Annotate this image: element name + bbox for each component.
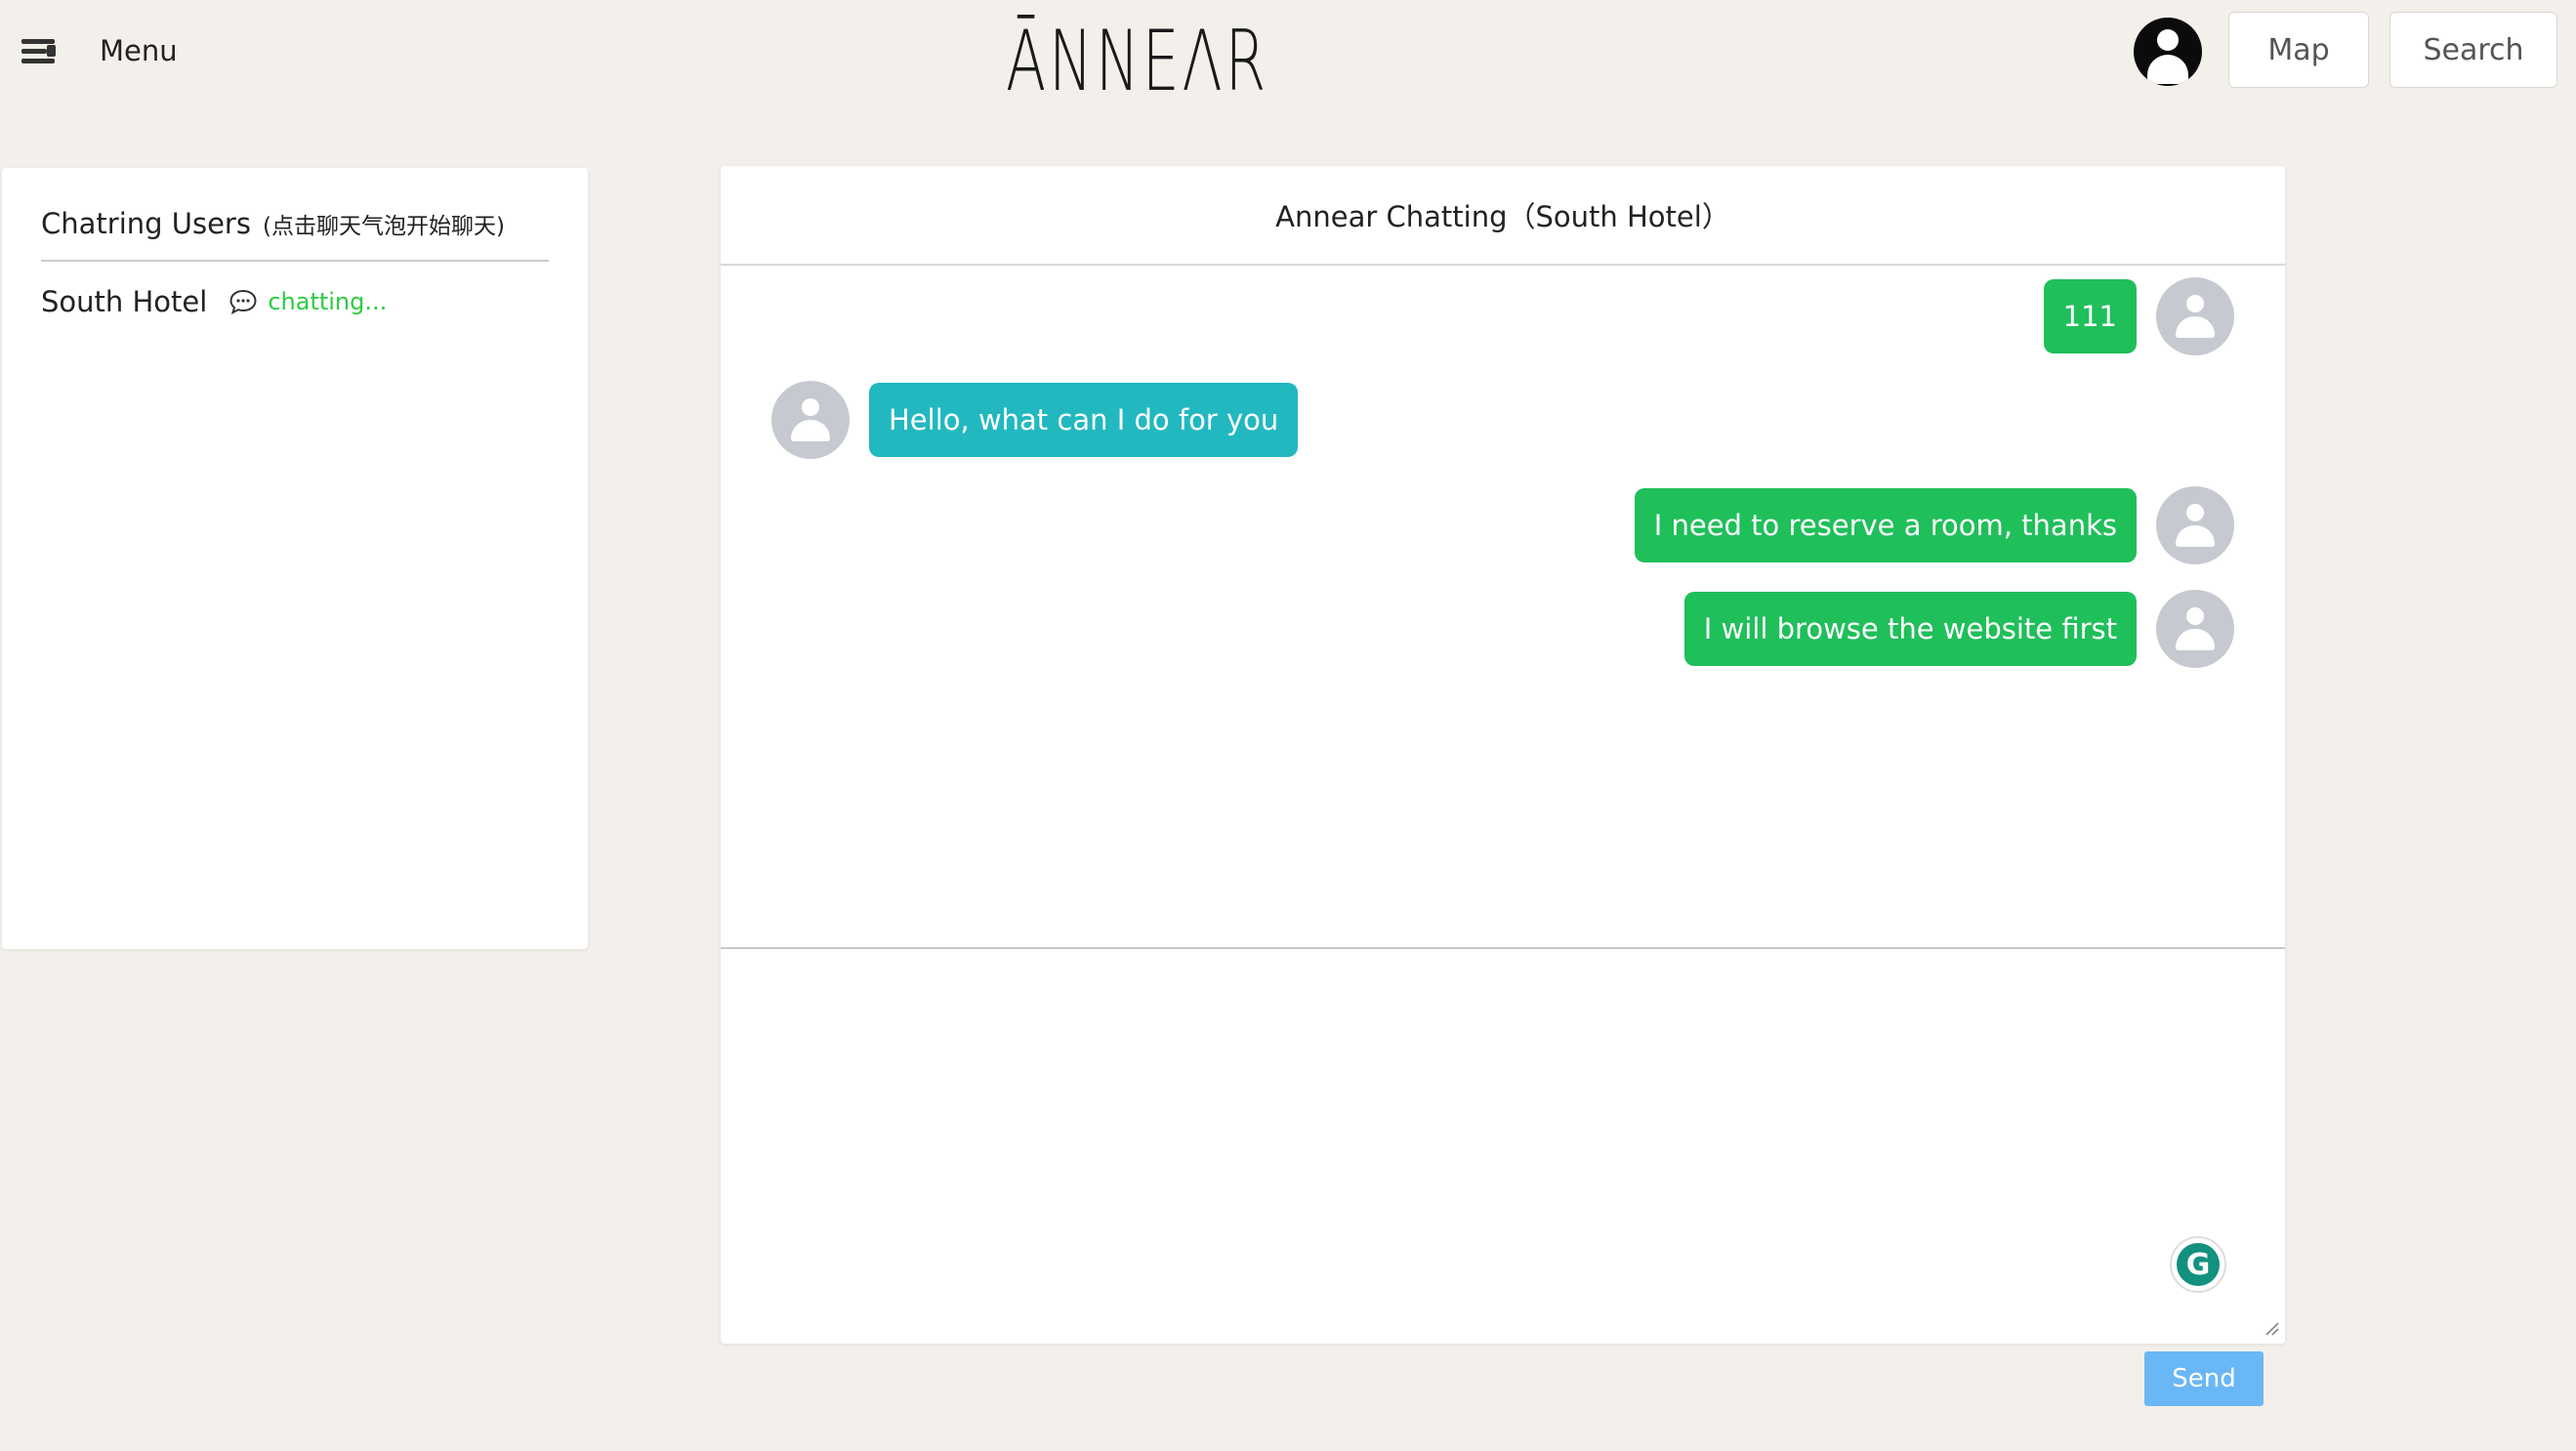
send-button[interactable]: Send bbox=[2144, 1351, 2264, 1406]
search-button[interactable]: Search bbox=[2389, 12, 2557, 88]
message-bubble-sent: I need to reserve a room, thanks bbox=[1634, 488, 2137, 562]
message-list[interactable]: 111 Hello, what can I do for you I need … bbox=[721, 266, 2285, 949]
menu-toggle[interactable]: Menu bbox=[21, 25, 178, 76]
hamburger-icon bbox=[21, 37, 57, 64]
message-item: I will browse the website first bbox=[1683, 590, 2234, 668]
sidebar-title-text: Chatring Users bbox=[41, 207, 251, 240]
grammarly-letter: G bbox=[2177, 1243, 2220, 1286]
message-item: I need to reserve a room, thanks bbox=[1634, 486, 2234, 564]
grammarly-icon[interactable]: G bbox=[2170, 1236, 2226, 1293]
default-avatar-icon bbox=[2156, 590, 2234, 668]
chat-title: Annear Chatting（South Hotel） bbox=[721, 166, 2285, 266]
message-bubble-received: Hello, what can I do for you bbox=[869, 383, 1299, 457]
chat-user-south-hotel[interactable]: South Hotel chatting... bbox=[41, 285, 549, 318]
chat-bubble-icon[interactable] bbox=[229, 289, 258, 314]
message-bubble-sent: 111 bbox=[2043, 279, 2137, 353]
default-avatar-icon bbox=[771, 381, 850, 459]
sidebar-hint: (点击聊天气泡开始聊天) bbox=[262, 214, 505, 239]
menu-label: Menu bbox=[100, 34, 178, 67]
page: Menu ĀNNEΛR Map Search Chatring Users (点… bbox=[0, 0, 2576, 1451]
message-item: 111 bbox=[2043, 277, 2234, 355]
default-avatar-icon bbox=[2156, 486, 2234, 564]
message-bubble-sent: I will browse the website first bbox=[1683, 592, 2137, 666]
chat-status: chatting... bbox=[268, 288, 388, 315]
sidebar-title: Chatring Users (点击聊天气泡开始聊天) bbox=[41, 207, 549, 262]
chat-user-name: South Hotel bbox=[41, 285, 208, 318]
site-logo[interactable]: ĀNNEΛR bbox=[1006, 20, 1268, 104]
user-account-icon[interactable] bbox=[2134, 18, 2202, 86]
message-input[interactable] bbox=[721, 949, 2285, 1340]
message-item: Hello, what can I do for you bbox=[771, 381, 1299, 459]
resize-handle-icon[interactable] bbox=[2264, 1320, 2279, 1336]
map-button[interactable]: Map bbox=[2228, 12, 2369, 88]
message-composer: G bbox=[721, 949, 2285, 1340]
chat-panel: Annear Chatting（South Hotel） 111 Hello, … bbox=[721, 166, 2285, 1344]
chat-users-sidebar: Chatring Users (点击聊天气泡开始聊天) South Hotel … bbox=[2, 168, 588, 949]
default-avatar-icon bbox=[2156, 277, 2234, 355]
